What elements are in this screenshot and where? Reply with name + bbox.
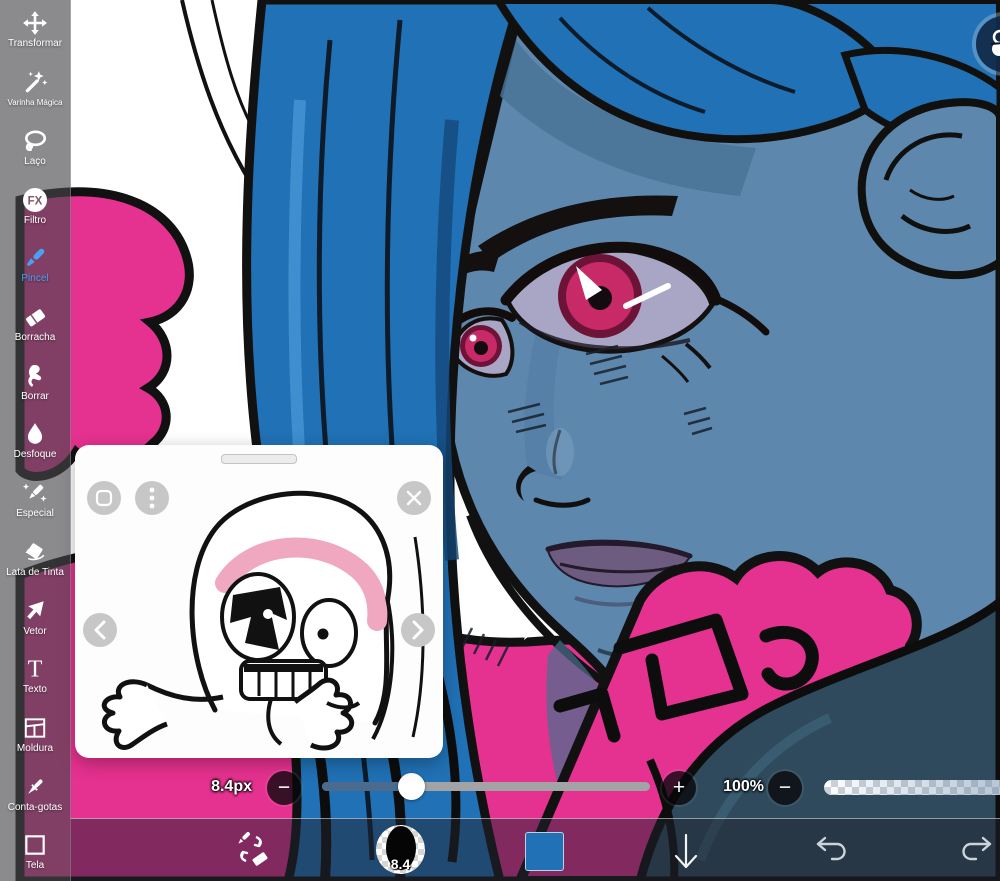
undo-button[interactable] [812, 833, 852, 867]
bottom-toolbar: 8.4 [70, 818, 1000, 881]
sidebar-item-varinha-magica[interactable]: Varinha Mágica [0, 59, 70, 118]
sidebar-item-label: Texto [23, 684, 47, 696]
more-options-icon [149, 487, 155, 509]
fx-filter-icon: FX [20, 186, 50, 214]
sidebar-item-label: Moldura [16, 742, 54, 754]
smudge-finger-icon [20, 362, 50, 390]
sidebar-item-label: Borrar [21, 390, 49, 402]
brush-size-badge: 8.4 [390, 856, 411, 872]
sidebar-item-moldura[interactable]: Moldura [0, 705, 70, 764]
opacity-label: 100% [723, 778, 764, 795]
text-icon: T [20, 655, 50, 683]
sidebar-item-conta-gotas[interactable]: Conta-gotas [0, 763, 70, 822]
color-swatch[interactable] [525, 832, 564, 871]
sidebar-item-pincel[interactable]: Pincel [0, 235, 70, 294]
sidebar-item-laco[interactable]: Laço [0, 117, 70, 176]
app-root: Transformar Varinha Mágica Laço FX Filtr… [0, 0, 1000, 881]
sidebar-item-label: Tela [25, 860, 45, 872]
vector-cursor-icon [20, 597, 50, 625]
minimize-icon [95, 489, 113, 507]
eyedropper-icon [20, 773, 50, 801]
sidebar-item-transformar[interactable]: Transformar [0, 0, 70, 59]
reference-window [75, 445, 443, 758]
sidebar-item-label: Pincel [21, 273, 49, 285]
sidebar-item-label: Transformar [7, 38, 63, 50]
close-button[interactable] [397, 481, 431, 515]
canvas-icon [20, 831, 50, 859]
special-pencil-icon [20, 479, 50, 507]
sidebar-item-desfoque[interactable]: Desfoque [0, 411, 70, 470]
brush-size-label: 8.4px [211, 778, 252, 795]
down-arrow-icon [674, 833, 698, 869]
frame-icon [20, 714, 50, 742]
blur-drop-icon [20, 420, 50, 448]
more-options-button[interactable] [135, 481, 169, 515]
sidebar-item-vetor[interactable]: Vetor [0, 587, 70, 646]
sidebar-item-texto[interactable]: T Texto [0, 646, 70, 705]
sidebar-item-label: Conta-gotas [7, 801, 63, 813]
close-icon [406, 490, 422, 506]
svg-text:T: T [28, 657, 43, 682]
tool-sidebar: Transformar Varinha Mágica Laço FX Filtr… [0, 0, 71, 881]
floating-tool-icon [990, 29, 1000, 56]
minus-icon: − [277, 776, 291, 799]
brush-eraser-swap-button[interactable] [228, 826, 274, 872]
redo-icon [962, 836, 992, 861]
svg-text:FX: FX [28, 195, 43, 207]
size-increase-button[interactable]: + [662, 771, 696, 805]
minus-icon: − [778, 776, 792, 799]
reference-image [101, 490, 425, 751]
sidebar-item-label: Vetor [23, 625, 47, 637]
sidebar-item-label: Varinha Mágica [7, 98, 63, 108]
sidebar-item-label: Especial [16, 508, 54, 520]
brush-preview[interactable]: 8.4 [376, 825, 425, 874]
undo-icon [816, 836, 846, 861]
previous-image-button[interactable] [83, 613, 117, 647]
sidebar-item-lata-de-tinta[interactable]: Lata de Tinta [0, 528, 70, 587]
sidebar-item-label: Borracha [14, 331, 56, 343]
paint-bucket-icon [20, 538, 50, 566]
sidebar-item-filtro[interactable]: FX Filtro [0, 176, 70, 235]
chevron-left-icon [94, 620, 106, 640]
brush-eraser-swap-icon [238, 832, 268, 866]
sidebar-item-borrar[interactable]: Borrar [0, 352, 70, 411]
sidebar-item-label: Lata de Tinta [6, 566, 64, 578]
sidebar-item-borracha[interactable]: Borracha [0, 294, 70, 353]
size-decrease-button[interactable]: − [267, 771, 301, 805]
brush-size-slider-thumb[interactable] [398, 773, 425, 800]
move-icon [20, 9, 50, 37]
brush-icon [20, 244, 50, 272]
eraser-icon [20, 303, 50, 331]
sidebar-item-label: Laço [24, 155, 46, 167]
sidebar-item-tela[interactable]: Tela [0, 822, 70, 881]
sidebar-item-label: Desfoque [13, 449, 57, 461]
opacity-slider[interactable] [824, 780, 1000, 795]
sidebar-item-especial[interactable]: Especial [0, 470, 70, 529]
collapse-toolbar-button[interactable] [666, 829, 706, 873]
lasso-icon [20, 127, 50, 155]
minimize-button[interactable] [87, 481, 121, 515]
brush-size-slider[interactable] [322, 773, 650, 800]
chevron-right-icon [412, 620, 424, 640]
plus-icon: + [672, 776, 686, 799]
drag-handle[interactable] [221, 454, 297, 464]
next-image-button[interactable] [401, 613, 435, 647]
magic-wand-icon [20, 68, 50, 96]
redo-button[interactable] [956, 833, 996, 867]
opacity-decrease-button[interactable]: − [768, 771, 802, 805]
sidebar-item-label: Filtro [23, 214, 47, 226]
